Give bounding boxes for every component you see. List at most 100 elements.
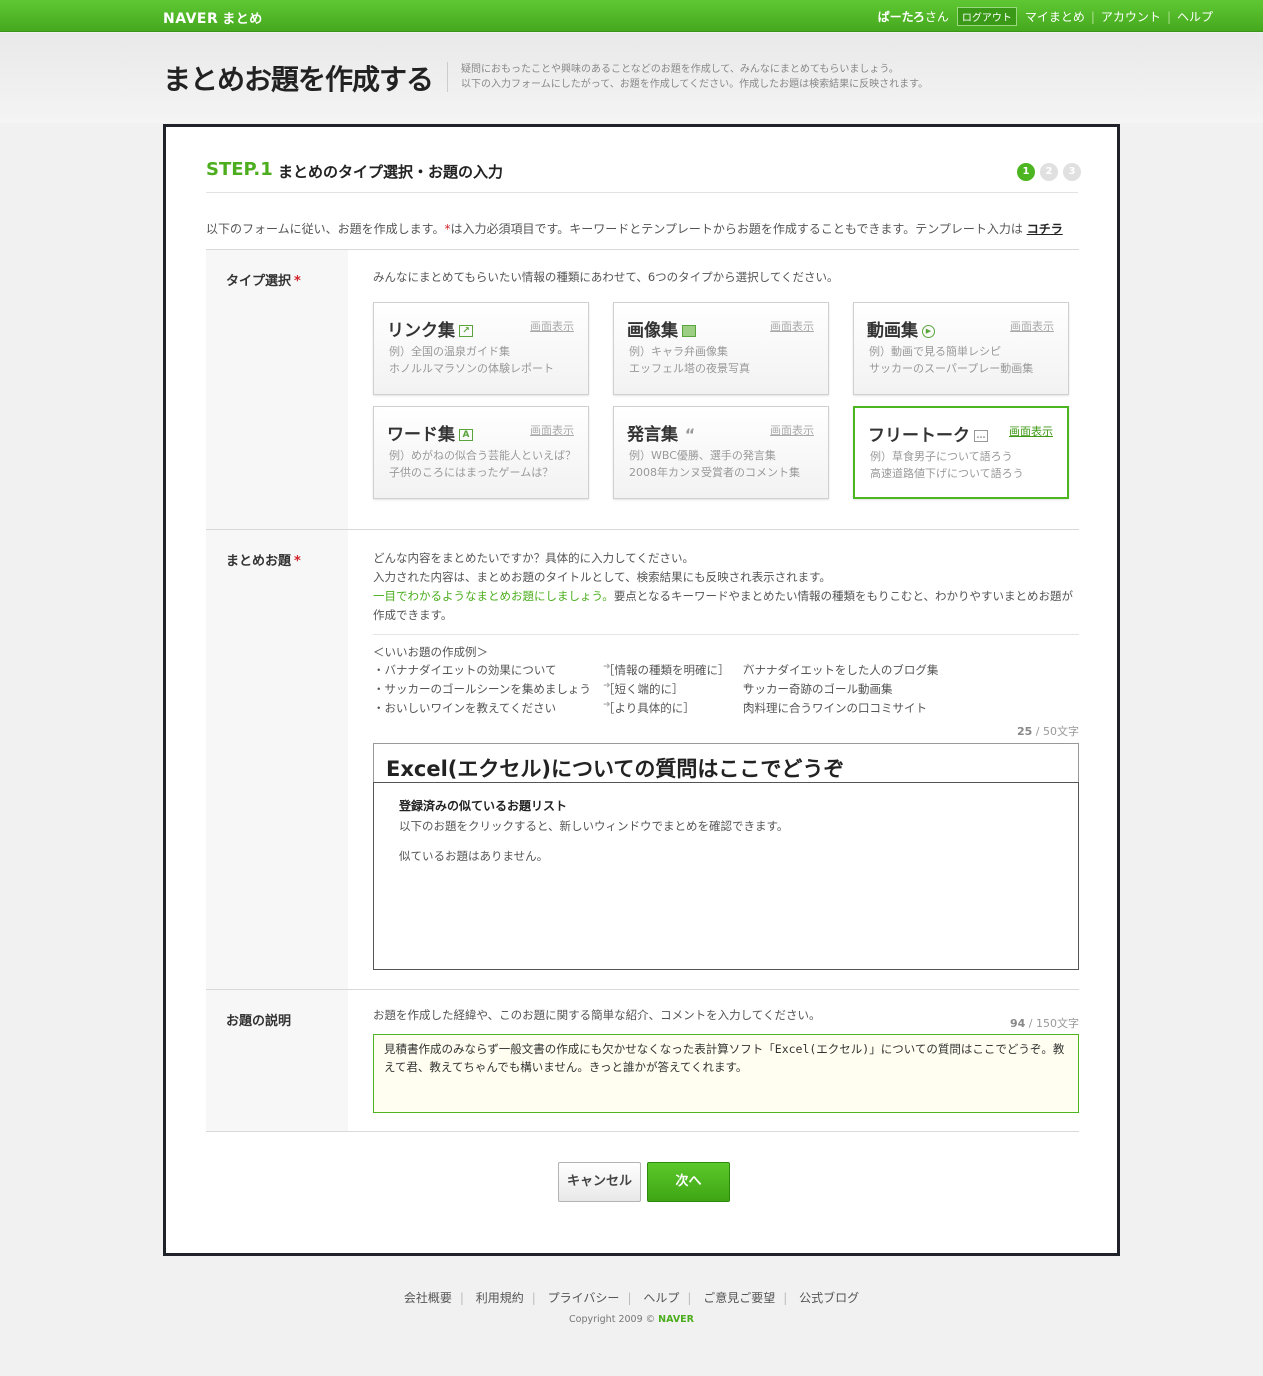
intro-text: 以下のフォームに従い、お題を作成します。: [206, 222, 445, 236]
preview-link[interactable]: 画面表示: [1010, 318, 1054, 334]
form-panel: STEP.1 まとめのタイプ選択・お題の入力 1 2 3 以下のフォームに従い、…: [163, 124, 1120, 1256]
type-card-image[interactable]: 画像集 画面表示 例）キャラ弁画像集エッフェル塔の夜景写真: [613, 302, 829, 395]
good-title-examples: ＜いいお題の作成例＞ ・バナナダイエットの効果について ➜ ［情報の種類を明確に…: [373, 634, 1079, 719]
nav-divider: |: [1166, 9, 1171, 24]
example-line: サッカーのスーパープレー動画集: [869, 362, 1034, 375]
type-row: タイプ選択 * みんなにまとめてもらいたい情報の種類にあわせて、6つのタイプから選…: [206, 250, 1079, 530]
logo-text: NAVER: [163, 11, 219, 27]
type-name-text: フリートーク: [868, 426, 970, 446]
hint-text: ［短く端的に］: [603, 682, 684, 696]
example-before: ・バナナダイエットの効果について: [373, 663, 557, 677]
preview-link[interactable]: 画面表示: [770, 422, 814, 438]
preview-link[interactable]: 画面表示: [530, 422, 574, 438]
description-row: お題の説明 お題を作成した経緯や、このお題に関する簡単な紹介、コメントを入力して…: [206, 990, 1079, 1132]
step-header: STEP.1 まとめのタイプ選択・お題の入力 1 2 3: [206, 157, 1081, 193]
examples-heading: ＜いいお題の作成例＞: [373, 645, 488, 659]
note-text: 要点となるキーワードやまとめたい情報の種類をもりこむと、わかりやすいまとめお題が: [613, 589, 1074, 603]
footer-link-feedback[interactable]: ご意見ご要望: [703, 1291, 775, 1305]
honorific: さん: [924, 10, 949, 24]
logout-button[interactable]: ログアウト: [956, 7, 1017, 26]
footer-divider: |: [783, 1291, 788, 1305]
preview-link[interactable]: 画面表示: [1009, 423, 1053, 439]
username: ぱーたろ: [877, 10, 925, 24]
type-name-text: ワード集: [387, 425, 455, 445]
type-card-word[interactable]: ワード集 A 画面表示 例）めがねの似合う芸能人といえば？ 子供のころにはまったゲー…: [373, 406, 589, 499]
type-example: 例）キャラ弁画像集エッフェル塔の夜景写真: [629, 343, 750, 377]
example-line: 例）WBC優勝、選手の発言集: [629, 449, 776, 462]
similar-titles-heading: 登録済みの似ているお題リスト: [399, 799, 568, 813]
logo-suffix: まとめ: [222, 12, 263, 27]
preview-link[interactable]: 画面表示: [530, 318, 574, 334]
after-text: サッカー奇跡のゴール動画集: [743, 682, 893, 696]
type-name: 発言集 “: [627, 420, 698, 445]
example-line: 例）草食男子について語ろう: [870, 450, 1013, 463]
description-input[interactable]: [373, 1034, 1079, 1113]
title-input[interactable]: Excel(エクセル)についての質問はここでどうぞ: [373, 743, 1079, 783]
example-line: 例）キャラ弁画像集: [629, 345, 728, 358]
type-card-free-talk[interactable]: フリートーク … 画面表示 例）草食男子について語ろう 高速道路値下げについて語ろう: [853, 406, 1069, 499]
title-label: まとめお題 *: [226, 550, 301, 569]
type-example: 例）草食男子について語ろう 高速道路値下げについて語ろう: [870, 448, 1024, 482]
quote-icon: “: [684, 425, 696, 444]
type-label-text: タイプ選択: [226, 274, 292, 289]
speech-bubble-icon: …: [974, 430, 988, 442]
char-count: 25: [1016, 725, 1033, 738]
create-form: タイプ選択 * みんなにまとめてもらいたい情報の種類にあわせて、6つのタイプから選…: [206, 249, 1079, 1132]
word-icon: A: [459, 429, 473, 441]
type-name-text: 画像集: [627, 321, 678, 341]
title-divider: [447, 62, 448, 92]
template-link[interactable]: コチラ: [1027, 222, 1063, 236]
title-char-counter: 25 / 50文字: [1017, 723, 1079, 739]
example-row: ・バナナダイエットの効果について ➜ ［情報の種類を明確に］ ➜ バナナダイエッ…: [373, 662, 1079, 681]
note-line: 入力された内容は、まとめお題のタイトルとして、検索結果にも反映され表示されます。: [373, 570, 831, 584]
type-name-text: 動画集: [867, 321, 918, 341]
footer-link-help[interactable]: ヘルプ: [643, 1291, 679, 1305]
note-line: 一目でわかるようなまとめお題にしましょう。要点となるキーワードやまとめたい情報の…: [373, 587, 1073, 606]
note-line: どんな内容をまとめたいですか？具体的に入力してください。: [373, 551, 694, 565]
footer-divider: |: [627, 1291, 632, 1305]
example-row: ・サッカーのゴールシーンを集めましょう ➜ ［短く端的に］ ➜ サッカー奇跡のゴ…: [373, 681, 1079, 700]
nav-divider: |: [1090, 9, 1095, 24]
help-link[interactable]: ヘルプ: [1177, 8, 1213, 25]
page-title: まとめお題を作成する: [163, 63, 434, 96]
similar-titles-note: 以下のお題をクリックすると、新しいウィンドウでまとめを確認できます。: [399, 819, 789, 833]
char-limit: / 50文字: [1035, 725, 1079, 738]
page-description-line: 疑問におもったことや興味のあることなどのお題を作成して、みんなにまとめてもらいま…: [461, 64, 899, 75]
example-line: 例）めがねの似合う芸能人といえば？: [389, 449, 576, 462]
footer-link-terms[interactable]: 利用規約: [476, 1291, 524, 1305]
type-example: 例）めがねの似合う芸能人といえば？ 子供のころにはまったゲームは？: [389, 447, 576, 481]
step-title: まとめのタイプ選択・お題の入力: [278, 163, 504, 181]
footer-link-company[interactable]: 会社概要: [404, 1291, 452, 1305]
my-matome-link[interactable]: マイまとめ: [1025, 8, 1085, 25]
footer-link-privacy[interactable]: プライバシー: [548, 1291, 620, 1305]
page-description-line: 以下の入力フォームにしたがって、お題を作成してください。作成したお題は検索結果に…: [461, 79, 929, 90]
footer-divider: |: [687, 1291, 692, 1305]
next-button[interactable]: 次へ: [647, 1162, 730, 1202]
type-card-quote[interactable]: 発言集 “ 画面表示 例）WBC優勝、選手の発言集 2008年カンヌ受賞者のコメント…: [613, 406, 829, 499]
similar-titles-box: 登録済みの似ているお題リスト 以下のお題をクリックすると、新しいウィンドウでまと…: [373, 782, 1079, 970]
cancel-button[interactable]: キャンセル: [558, 1162, 641, 1202]
example-line: エッフェル塔の夜景写真: [629, 362, 750, 375]
type-name: リンク集 ↗: [387, 316, 473, 341]
type-example: 例）全国の温泉ガイド集 ホノルルマラソンの体験レポート: [389, 343, 554, 377]
type-card-link[interactable]: リンク集 ↗ 画面表示 例）全国の温泉ガイド集 ホノルルマラソンの体験レポート: [373, 302, 589, 395]
type-card-video[interactable]: 動画集 ▶ 画面表示 例）動画で見る簡単レシピ サッカーのスーパープレー動画集: [853, 302, 1069, 395]
title-row: まとめお題 * どんな内容をまとめたいですか？具体的に入力してください。 入力され…: [206, 530, 1079, 990]
preview-link[interactable]: 画面表示: [770, 318, 814, 334]
example-line: 高速道路値下げについて語ろう: [870, 467, 1024, 480]
footer-link-blog[interactable]: 公式ブログ: [799, 1291, 859, 1305]
top-bar: NAVER まとめ ぱーたろ さん ログアウト マイまとめ | アカウント | ヘ…: [0, 0, 1263, 32]
label-cell: お題の説明: [206, 990, 348, 1131]
account-link[interactable]: アカウント: [1101, 8, 1161, 25]
title-note: どんな内容をまとめたいですか？具体的に入力してください。 入力された内容は、まと…: [373, 549, 1073, 625]
page-description: 疑問におもったことや興味のあることなどのお題を作成して、みんなにまとめてもらいま…: [461, 62, 928, 92]
example-line: 例）動画で見る簡単レシピ: [869, 345, 1001, 358]
example-line: ホノルルマラソンの体験レポート: [389, 362, 554, 375]
step-dot-3: 3: [1063, 163, 1081, 181]
label-cell: タイプ選択 *: [206, 250, 348, 529]
after-text: 肉料理に合うワインの口コミサイト: [743, 701, 927, 715]
naver-matome-logo[interactable]: NAVER まとめ: [163, 8, 263, 27]
description-note: お題を作成した経緯や、このお題に関する簡単な紹介、コメントを入力してください。: [373, 1008, 821, 1022]
label-cell: まとめお題 *: [206, 530, 348, 989]
user-nav: ぱーたろ さん ログアウト マイまとめ | アカウント | ヘルプ: [878, 7, 1213, 26]
